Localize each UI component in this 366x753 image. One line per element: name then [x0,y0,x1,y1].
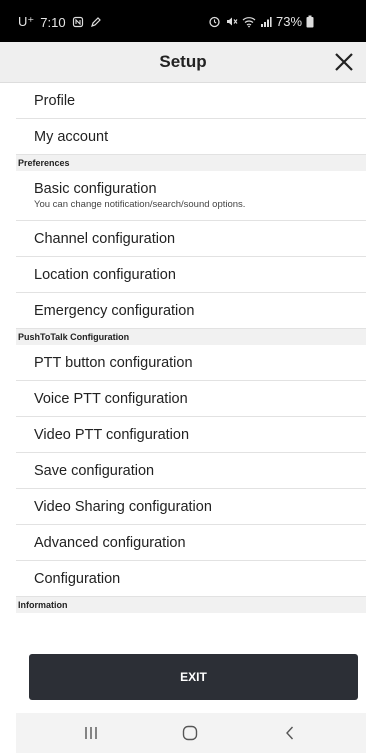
home-button[interactable] [178,721,202,745]
video-ptt-configuration-label: Video PTT configuration [34,426,190,443]
advanced-configuration-item[interactable]: Advanced configuration [16,525,366,561]
save-configuration-item[interactable]: Save configuration [16,453,366,489]
recent-apps-icon [85,727,97,739]
information-section-header: Information [16,597,366,613]
mute-icon [225,15,238,28]
ptt-section-header: PushToTalk Configuration [16,329,366,345]
back-button[interactable] [278,721,302,745]
location-configuration-item[interactable]: Location configuration [16,257,366,293]
channel-configuration-item[interactable]: Channel configuration [16,221,366,257]
back-icon [286,726,294,740]
ptt-button-configuration-label: PTT button configuration [34,354,193,371]
video-sharing-configuration-item[interactable]: Video Sharing configuration [16,489,366,525]
profile-item[interactable]: Profile [16,83,366,119]
basic-configuration-label: Basic configuration [34,181,157,197]
exit-button-label: EXIT [180,670,207,684]
home-icon [182,725,198,741]
battery-icon [306,15,314,28]
my-account-label: My account [34,128,109,145]
voice-ptt-configuration-item[interactable]: Voice PTT configuration [16,381,366,417]
close-icon [335,53,353,71]
wifi-icon [242,15,256,28]
video-sharing-configuration-label: Video Sharing configuration [34,498,212,515]
ptt-button-configuration-item[interactable]: PTT button configuration [16,345,366,381]
advanced-configuration-label: Advanced configuration [34,534,186,551]
basic-configuration-item[interactable]: Basic configuration You can change notif… [16,171,366,221]
status-left: U⁺ 7:10 [18,14,102,30]
exit-button[interactable]: EXIT [29,654,358,700]
basic-configuration-description: You can change notification/search/sound… [34,199,246,210]
emergency-configuration-item[interactable]: Emergency configuration [16,293,366,329]
profile-label: Profile [34,92,76,109]
close-button[interactable] [332,50,356,74]
alarm-icon [208,15,221,28]
emergency-configuration-label: Emergency configuration [34,302,195,319]
page-title: Setup [159,52,207,71]
signal-icon [260,16,272,28]
carrier-label: U⁺ [18,14,35,29]
voice-ptt-configuration-label: Voice PTT configuration [34,390,188,407]
save-configuration-label: Save configuration [34,462,155,479]
channel-configuration-label: Channel configuration [34,230,176,247]
status-bar: U⁺ 7:10 73% [0,0,366,42]
nfc-icon [72,16,84,28]
status-right: 73% [208,14,314,29]
recent-apps-button[interactable] [79,721,103,745]
settings-list: Profile My account Preferences Basic con… [16,83,366,613]
my-account-item[interactable]: My account [16,119,366,155]
navigation-bar [16,713,366,753]
clock: 7:10 [40,14,66,30]
location-configuration-label: Location configuration [34,266,176,283]
configuration-item[interactable]: Configuration [16,561,366,597]
pencil-icon [90,16,102,28]
video-ptt-configuration-item[interactable]: Video PTT configuration [16,417,366,453]
configuration-label: Configuration [34,570,121,587]
battery-percent: 73% [276,14,303,29]
preferences-section-header: Preferences [16,155,366,171]
header: Setup [0,42,366,83]
